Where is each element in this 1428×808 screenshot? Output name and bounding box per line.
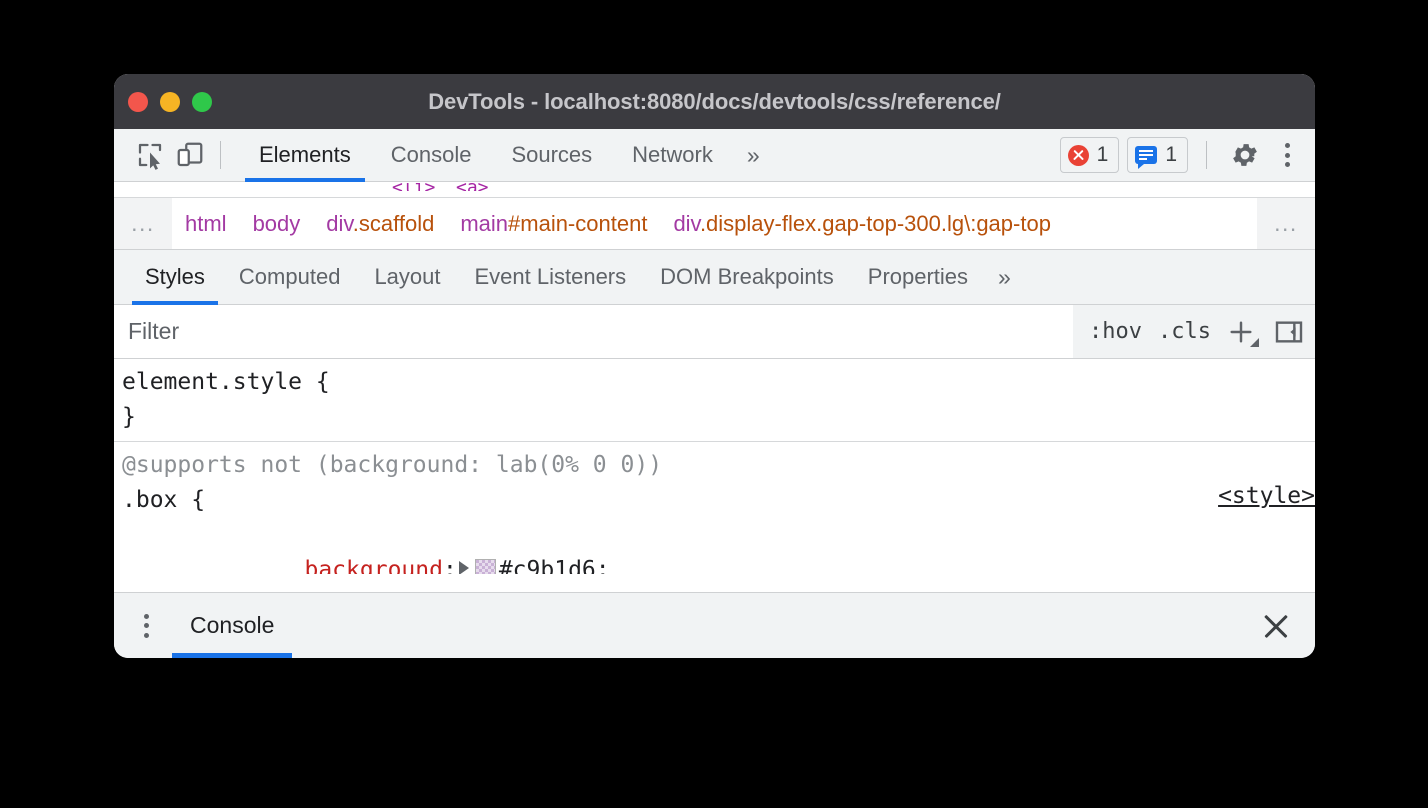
drawer-kebab-menu-icon[interactable] [132, 606, 160, 646]
breadcrumb-overflow-right[interactable]: ... [1257, 198, 1315, 249]
styles-rules-list: element.style { } @supports not (backgro… [114, 359, 1315, 574]
toolbar-divider [220, 141, 221, 169]
zoom-window-button[interactable] [192, 92, 212, 112]
element-style-selector: element.style { [122, 365, 1315, 400]
tab-properties[interactable]: Properties [851, 250, 985, 304]
window-title: DevTools - localhost:8080/docs/devtools/… [114, 89, 1315, 115]
message-count: 1 [1165, 143, 1177, 167]
stylesheet-origin-link[interactable]: <style> [1218, 479, 1315, 514]
kebab-menu-icon[interactable] [1273, 135, 1301, 175]
toggle-pseudo-classes-button[interactable]: :hov [1073, 305, 1150, 358]
breadcrumb-mod: .display-flex.gap-top-300.lg\:gap-top [700, 211, 1051, 236]
declaration-semicolon: ; [596, 557, 610, 574]
toolbar-divider-2 [1206, 141, 1207, 169]
dom-fragment-a: <li> [392, 183, 435, 191]
styles-filter-bar: :hov .cls [114, 305, 1315, 359]
breadcrumb-item-div-scaffold[interactable]: div.scaffold [313, 211, 447, 237]
computed-sidebar-toggle-icon[interactable] [1263, 305, 1315, 358]
tab-dom-breakpoints[interactable]: DOM Breakpoints [643, 250, 851, 304]
screenshot-root: DevTools - localhost:8080/docs/devtools/… [0, 0, 1428, 808]
error-count: 1 [1097, 143, 1109, 167]
inspect-element-icon[interactable] [130, 135, 170, 175]
breadcrumb-item-body[interactable]: body [240, 211, 314, 237]
rule-element-style[interactable]: element.style { } [114, 359, 1315, 441]
devtools-window: DevTools - localhost:8080/docs/devtools/… [114, 74, 1315, 658]
breadcrumb-tag: body [253, 211, 301, 236]
tab-console[interactable]: Console [371, 129, 492, 181]
window-titlebar: DevTools - localhost:8080/docs/devtools/… [114, 74, 1315, 129]
gear-icon[interactable] [1225, 135, 1265, 175]
message-count-badge[interactable]: 1 [1127, 137, 1188, 173]
close-window-button[interactable] [128, 92, 148, 112]
console-drawer: Console [114, 592, 1315, 658]
drawer-tab-console[interactable]: Console [172, 593, 292, 658]
breadcrumb-tag: div [673, 211, 700, 236]
panel-tabs: Elements Console Sources Network » [239, 129, 772, 181]
toggle-element-classes-button[interactable]: .cls [1150, 305, 1219, 358]
expand-shorthand-icon[interactable] [459, 561, 469, 574]
chevron-down-icon [1250, 338, 1259, 347]
more-panels-icon[interactable]: » [733, 142, 772, 169]
at-supports-rule: @supports not (background: lab(0% 0 0)) [122, 448, 1315, 483]
breadcrumb-tag: main [460, 211, 508, 236]
new-style-rule-button[interactable] [1219, 305, 1263, 358]
breadcrumb-mod: .scaffold [353, 211, 435, 236]
error-count-badge[interactable]: 1 [1060, 137, 1120, 173]
declaration-colon: : [443, 557, 457, 574]
declaration-property[interactable]: background [304, 557, 442, 574]
tab-layout[interactable]: Layout [357, 250, 457, 304]
breadcrumb: ... html body div.scaffold main#main-con… [114, 198, 1315, 250]
message-icon [1135, 146, 1157, 164]
element-style-close-brace: } [122, 400, 1315, 435]
error-icon [1068, 145, 1089, 166]
breadcrumb-item-main-content[interactable]: main#main-content [447, 211, 660, 237]
tab-event-listeners[interactable]: Event Listeners [458, 250, 644, 304]
more-pane-tabs-icon[interactable]: » [985, 264, 1022, 291]
box-selector: .box { [122, 483, 1315, 518]
close-icon[interactable] [1259, 609, 1293, 643]
breadcrumb-item-html[interactable]: html [172, 211, 240, 237]
tab-computed[interactable]: Computed [222, 250, 358, 304]
breadcrumb-item-div-display-flex[interactable]: div.display-flex.gap-top-300.lg\:gap-top [660, 211, 1064, 237]
rule-box[interactable]: @supports not (background: lab(0% 0 0)) … [114, 441, 1315, 574]
traffic-lights [128, 74, 212, 129]
tab-styles[interactable]: Styles [128, 250, 222, 304]
tab-sources[interactable]: Sources [491, 129, 612, 181]
breadcrumb-overflow-left[interactable]: ... [114, 198, 172, 249]
styles-pane-tabs: Styles Computed Layout Event Listeners D… [114, 250, 1315, 305]
toolbar-right-group: 1 1 [1060, 135, 1301, 175]
breadcrumb-mod: #main-content [508, 211, 647, 236]
declaration-value[interactable]: #c9b1d6 [499, 557, 596, 574]
color-swatch[interactable] [475, 559, 496, 574]
tab-network[interactable]: Network [612, 129, 733, 181]
breadcrumb-tag: div [326, 211, 353, 236]
breadcrumb-tag: html [185, 211, 227, 236]
devtools-toolbar: Elements Console Sources Network » 1 1 [114, 129, 1315, 182]
device-toolbar-icon[interactable] [170, 135, 210, 175]
declaration-background[interactable]: background: #c9b1d6; [122, 518, 1315, 574]
dom-fragment-b: <a> [456, 183, 489, 191]
filter-input[interactable] [114, 305, 1073, 358]
minimize-window-button[interactable] [160, 92, 180, 112]
tab-elements[interactable]: Elements [239, 129, 371, 181]
dom-tree-clipped-row: <li> <a> [114, 182, 1315, 198]
